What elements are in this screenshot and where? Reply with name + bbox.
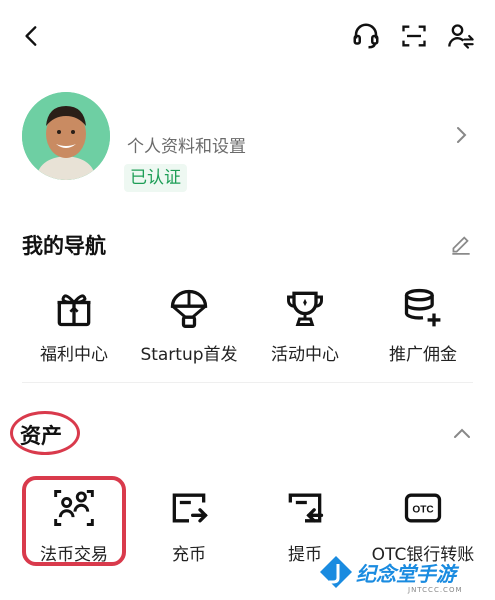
nav-item-welfare-center[interactable]: 福利中心 xyxy=(14,286,134,365)
withdraw-icon xyxy=(283,486,327,530)
nav-item-label: Startup首发 xyxy=(140,345,238,365)
nav-item-label: 福利中心 xyxy=(40,345,108,365)
profile-row[interactable]: 个人资料和设置 已认证 xyxy=(0,86,495,196)
watermark-logo-icon xyxy=(320,556,352,588)
nav-item-referral-commission[interactable]: 推广佣金 xyxy=(363,286,483,365)
section-divider xyxy=(22,382,473,383)
profile-settings-label: 个人资料和设置 xyxy=(127,137,246,157)
chevron-up-icon[interactable] xyxy=(450,422,474,446)
back-arrow-icon[interactable] xyxy=(14,18,50,54)
nav-item-startup[interactable]: Startup首发 xyxy=(129,286,249,365)
switch-account-icon[interactable] xyxy=(443,18,479,54)
headset-icon[interactable] xyxy=(348,18,384,54)
trophy-icon xyxy=(283,286,327,330)
asset-item-label: 充币 xyxy=(172,545,206,565)
nav-item-label: 推广佣金 xyxy=(389,345,457,365)
annotation-circle xyxy=(10,411,80,455)
avatar[interactable] xyxy=(22,92,110,180)
top-bar xyxy=(0,0,495,70)
navigation-title: 我的导航 xyxy=(22,234,106,258)
edit-pencil-icon[interactable] xyxy=(448,230,476,258)
watermark-title: 纪念堂手游 xyxy=(356,562,456,586)
parachute-icon xyxy=(167,286,211,330)
coins-plus-icon xyxy=(401,286,445,330)
nav-item-activity-center[interactable]: 活动中心 xyxy=(245,286,365,365)
chevron-right-icon[interactable] xyxy=(450,120,474,150)
watermark-subtitle: JNTCCC.COM xyxy=(408,586,463,594)
scan-icon[interactable] xyxy=(396,18,432,54)
nav-item-label: 活动中心 xyxy=(271,345,339,365)
deposit-icon xyxy=(167,486,211,530)
asset-item-deposit[interactable]: 充币 xyxy=(129,486,249,565)
watermark: 纪念堂手游 JNTCCC.COM xyxy=(316,548,495,600)
gift-icon xyxy=(52,286,96,330)
otc-badge-text: OTC xyxy=(412,505,433,516)
annotation-box xyxy=(22,476,126,566)
otc-card-icon: OTC xyxy=(401,486,445,530)
verified-badge: 已认证 xyxy=(124,164,187,192)
